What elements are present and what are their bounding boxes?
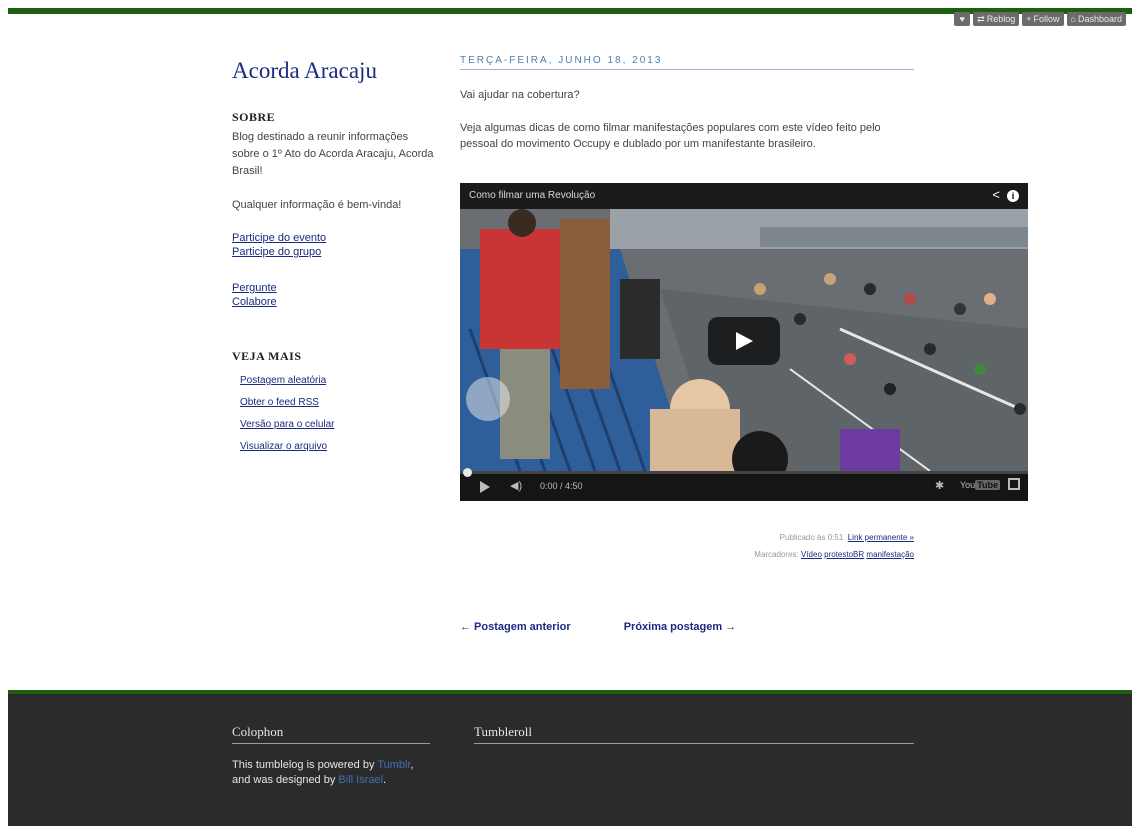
post-paragraph: Vai ajudar na cobertura? xyxy=(460,89,580,101)
designer-link[interactable]: Bill Israel xyxy=(338,774,383,786)
dashboard-button[interactable]: ⌂ Dashboard xyxy=(1066,12,1126,26)
plus-icon: + xyxy=(1026,14,1032,24)
post-date: TERÇA-FEIRA, JUNHO 18, 2013 xyxy=(460,55,914,70)
post-meta: Publicado às 0:51 Link permanente » Marc… xyxy=(710,529,914,563)
home-icon: ⌂ xyxy=(1070,14,1076,24)
published-line: Publicado às 0:51 Link permanente » xyxy=(710,529,914,546)
previous-post-link[interactable]: ← Postagem anterior xyxy=(460,621,571,633)
rss-feed-link[interactable]: Obter o feed RSS xyxy=(240,397,319,408)
video-title[interactable]: Como filmar uma Revolução xyxy=(460,183,1028,209)
colophon-section: Colophon This tumblelog is powered by Tu… xyxy=(232,724,430,788)
footer: Colophon This tumblelog is powered by Tu… xyxy=(8,690,1132,826)
volume-icon[interactable]: ◀) xyxy=(510,479,522,492)
follow-button[interactable]: + Follow xyxy=(1022,12,1064,26)
gear-icon[interactable]: ✱ xyxy=(935,479,944,492)
share-icon[interactable]: < xyxy=(992,187,1000,202)
pergunte-link[interactable]: Pergunte xyxy=(232,281,437,295)
blog-title[interactable]: Acorda Aracaju xyxy=(232,58,437,84)
veja-mais-list: Postagem aleatória Obter o feed RSS Vers… xyxy=(240,370,437,458)
video-time: 0:00 / 4:50 xyxy=(540,481,583,491)
play-small-icon[interactable] xyxy=(480,481,490,493)
list-item: Obter o feed RSS xyxy=(240,392,437,414)
progress-bar[interactable] xyxy=(460,468,1028,477)
colophon-heading: Colophon xyxy=(232,724,430,744)
reblog-button[interactable]: ⇄ Reblog xyxy=(973,12,1020,26)
list-item: Visualizar o arquivo xyxy=(240,436,437,458)
archive-link[interactable]: Visualizar o arquivo xyxy=(240,441,327,452)
play-button[interactable] xyxy=(708,317,780,365)
sobre-heading: SOBRE xyxy=(232,110,276,124)
sidebar: Acorda Aracaju SOBRE Blog destinado a re… xyxy=(232,58,437,458)
participe-evento-link[interactable]: Participe do evento xyxy=(232,231,437,245)
published-text: Publicado às 0:51 xyxy=(779,533,844,542)
veja-mais-heading: VEJA MAIS xyxy=(232,349,302,363)
heart-icon: ♥ xyxy=(959,14,965,24)
tag-link[interactable]: manifestação xyxy=(866,550,914,559)
video-player[interactable]: Como filmar uma Revolução < i ◀) 0:00 / … xyxy=(460,183,1028,501)
youtube-logo[interactable]: You Tube xyxy=(960,480,1001,490)
next-post-link[interactable]: Próxima postagem → xyxy=(624,621,736,633)
colabore-link[interactable]: Colabore xyxy=(232,295,437,309)
reblog-icon: ⇄ xyxy=(977,14,985,24)
info-icon[interactable]: i xyxy=(1007,190,1019,202)
progress-handle[interactable] xyxy=(463,468,472,477)
contact-links: Pergunte Colabore xyxy=(232,281,437,309)
list-item: Postagem aleatória xyxy=(240,370,437,392)
sobre-text: Blog destinado a reunir informações sobr… xyxy=(232,131,434,177)
random-post-link[interactable]: Postagem aleatória xyxy=(240,375,326,386)
info-text: Qualquer informação é bem-vinda! xyxy=(232,199,402,211)
colophon-text: This tumblelog is powered by Tumblr, and… xyxy=(232,759,414,786)
tags-line: Marcadores: Vídeo protestoBR manifestaçã… xyxy=(710,546,914,563)
post-paragraph: Veja algumas dicas de como filmar manife… xyxy=(460,122,881,150)
event-links: Participe do evento Participe do grupo xyxy=(232,231,437,259)
tumblr-link[interactable]: Tumblr xyxy=(377,759,410,771)
like-button[interactable]: ♥ xyxy=(954,12,971,26)
list-item: Versão para o celular xyxy=(240,414,437,436)
mobile-version-link[interactable]: Versão para o celular xyxy=(240,419,335,430)
main-content: TERÇA-FEIRA, JUNHO 18, 2013 Vai ajudar n… xyxy=(460,55,1028,633)
tag-link[interactable]: Vídeo xyxy=(801,550,822,559)
tag-link[interactable]: protestoBR xyxy=(824,550,864,559)
fullscreen-icon[interactable] xyxy=(1008,478,1020,490)
tags-label: Marcadores: xyxy=(754,550,799,559)
tumbleroll-heading: Tumbleroll xyxy=(474,724,914,744)
video-controls: ◀) 0:00 / 4:50 ✱ You Tube xyxy=(460,468,1028,501)
participe-grupo-link[interactable]: Participe do grupo xyxy=(232,245,437,259)
permalink-link[interactable]: Link permanente » xyxy=(848,533,914,542)
tumbleroll-section: Tumbleroll xyxy=(474,724,914,744)
post-navigation: ← Postagem anterior Próxima postagem → xyxy=(460,621,786,633)
tumblr-controls: ♥ ⇄ Reblog + Follow ⌂ Dashboard xyxy=(954,12,1126,26)
